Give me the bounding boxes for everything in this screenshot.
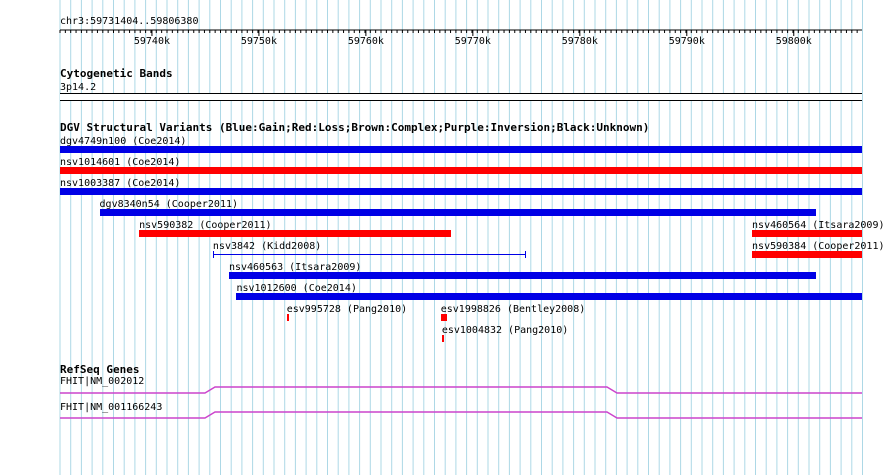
tracks: Cytogenetic Bands 3p14.2 DGV Structural … (0, 0, 890, 475)
gene-models (60, 386, 862, 419)
gene-model[interactable] (60, 411, 862, 419)
genome-browser: chr3:59731404..59806380 59740k 59750k 5976… (0, 0, 890, 475)
gene-model[interactable] (60, 386, 862, 394)
